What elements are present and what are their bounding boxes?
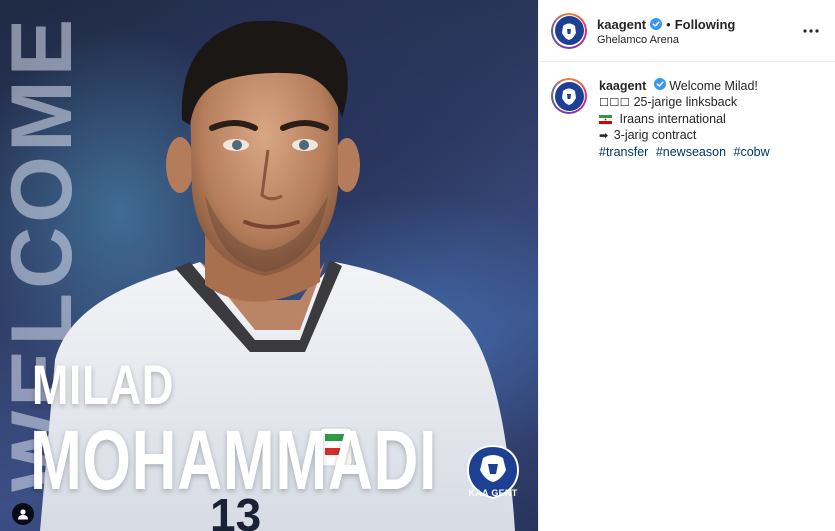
caption-line-age: 25-jarige linksback	[633, 95, 738, 109]
header-username[interactable]: kaagent	[597, 16, 646, 33]
hashtag-link[interactable]: #cobw	[734, 145, 770, 159]
caption-line-contract: 3-jarig contract	[613, 128, 697, 142]
tag-user-button[interactable]	[12, 503, 34, 525]
caption-glyph-boxes: ☐☐☐	[599, 96, 631, 109]
iran-flag-icon	[599, 115, 612, 124]
verified-badge-icon	[653, 78, 666, 90]
avatar[interactable]	[551, 12, 587, 49]
more-options-icon	[803, 28, 819, 33]
hashtag-link[interactable]: #newseason	[656, 145, 726, 159]
following-button[interactable]: Following	[675, 16, 736, 33]
post-header: kaagent • Following Ghelamco Arena	[539, 0, 835, 62]
caption-headline: Welcome Milad!	[669, 79, 758, 93]
player-first-name: MILAD	[32, 353, 175, 416]
caption-avatar[interactable]	[551, 78, 587, 114]
verified-badge-icon	[650, 18, 663, 30]
caption-line-nationality: Iraans international	[619, 112, 726, 126]
instagram-post-frame: WELCOME 13 MILAD MOHAMMADI KAA GENT kaag…	[0, 0, 835, 531]
hashtag-list: #transfer #newseason #cobw	[599, 144, 774, 160]
caption-username[interactable]: kaagent	[599, 79, 646, 93]
post-side-panel: kaagent • Following Ghelamco Arena kaage…	[538, 0, 835, 531]
more-options-button[interactable]	[799, 19, 823, 43]
user-tag-icon	[18, 509, 28, 520]
player-last-name: MOHAMMADI	[30, 413, 438, 507]
post-caption: kaagent Welcome Milad! ☐☐☐ 25-jarige lin…	[539, 62, 835, 160]
header-separator: •	[666, 16, 671, 32]
right-arrow-icon: ➡	[599, 129, 609, 142]
club-logo-icon	[562, 88, 576, 105]
post-image[interactable]: WELCOME 13 MILAD MOHAMMADI KAA GENT	[0, 0, 538, 531]
club-crest-text: KAA GENT	[468, 488, 518, 498]
hashtag-link[interactable]: #transfer	[599, 145, 648, 159]
location-link[interactable]: Ghelamco Arena	[597, 34, 799, 46]
club-logo-icon	[562, 23, 576, 40]
